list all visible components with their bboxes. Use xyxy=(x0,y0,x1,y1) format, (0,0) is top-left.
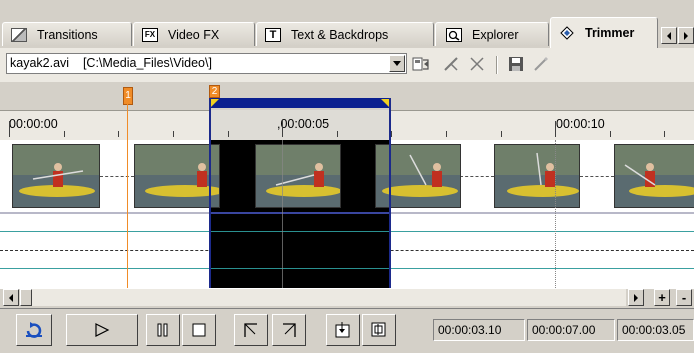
selection-end-field[interactable]: 00:00:07.00 xyxy=(527,319,615,341)
chevron-down-icon xyxy=(393,61,401,66)
save-icon[interactable] xyxy=(505,54,527,74)
selection-length-field[interactable]: 00:00:03.05 xyxy=(617,319,694,341)
explorer-icon xyxy=(446,27,462,42)
trim-icon[interactable] xyxy=(440,54,462,74)
stop-button[interactable] xyxy=(182,314,216,346)
ruler-minor-tick xyxy=(664,131,665,137)
playhead-line xyxy=(282,140,283,288)
pause-icon xyxy=(157,323,169,337)
scroll-track[interactable] xyxy=(20,289,626,306)
frame-gap-dashes xyxy=(580,176,614,177)
ruler-label-end: 00:00:10 xyxy=(556,117,605,131)
combo-dropdown-button[interactable] xyxy=(389,55,405,72)
plus-icon: + xyxy=(658,290,666,305)
toolbar-separator xyxy=(496,56,498,74)
marker-2[interactable]: 2 xyxy=(209,85,220,98)
selection-start-field[interactable]: 00:00:03.10 xyxy=(433,319,525,341)
kayaker-image xyxy=(615,145,694,207)
ruler-minor-tick xyxy=(391,131,392,137)
ruler-minor-tick xyxy=(446,131,447,137)
play-button[interactable] xyxy=(66,314,138,346)
mark-in-icon xyxy=(243,322,259,338)
transitions-icon xyxy=(11,27,27,42)
insert-selection-button[interactable] xyxy=(326,314,360,346)
tab-label: Explorer xyxy=(472,27,519,42)
ruler-minor-tick xyxy=(501,131,502,137)
kayaker-image xyxy=(13,145,99,207)
tab-video-fx[interactable]: FX Video FX xyxy=(133,22,255,46)
kayaker-image xyxy=(135,145,219,207)
pause-button[interactable] xyxy=(146,314,180,346)
ruler-minor-tick xyxy=(64,131,65,137)
mark-out-icon xyxy=(281,322,297,338)
tab-transitions[interactable]: Transitions xyxy=(2,22,132,46)
ruler-minor-tick xyxy=(173,131,174,137)
arrow-right-icon xyxy=(633,293,639,302)
trimmer-icon xyxy=(559,26,575,40)
tab-label: Text & Backdrops xyxy=(291,27,389,42)
tab-label: Transitions xyxy=(37,27,98,42)
tab-explorer[interactable]: Explorer xyxy=(435,22,549,46)
ruler-minor-tick xyxy=(610,131,611,137)
ruler-major-tick xyxy=(9,121,10,137)
kayaker-image xyxy=(495,145,579,207)
file-combo[interactable]: kayak2.avi [C:\Media_Files\Video\] xyxy=(6,53,407,74)
edit-icon[interactable] xyxy=(530,54,552,74)
scroll-left-button[interactable] xyxy=(3,289,19,306)
video-frame-thumbnail xyxy=(134,144,220,208)
zoom-in-button[interactable]: + xyxy=(654,289,670,306)
ruler-minor-tick xyxy=(118,131,119,137)
add-selection-button[interactable] xyxy=(362,314,396,346)
gridline xyxy=(555,140,556,288)
mark-in-button[interactable] xyxy=(234,314,268,346)
video-frame-thumbnail xyxy=(614,144,694,208)
marker-1-line xyxy=(127,104,128,288)
ruler-label-start: 00:00:00 xyxy=(9,117,58,131)
insert-selection-icon xyxy=(335,322,351,338)
scroll-thumb[interactable] xyxy=(20,289,32,306)
frame-gap-dashes xyxy=(100,176,134,177)
arrow-left-icon xyxy=(8,293,14,302)
video-frame-thumbnail xyxy=(494,144,580,208)
add-to-timeline-icon[interactable] xyxy=(410,54,432,74)
marker-1[interactable]: 1 xyxy=(123,87,133,105)
tab-text-backdrops[interactable]: T Text & Backdrops xyxy=(256,22,434,46)
loop-button[interactable] xyxy=(16,314,52,346)
scroll-right-button[interactable] xyxy=(628,289,644,306)
add-selection-icon xyxy=(371,322,387,338)
stop-icon xyxy=(192,323,206,337)
zoom-out-button[interactable]: - xyxy=(676,289,692,306)
tab-trimmer[interactable]: Trimmer xyxy=(550,17,658,48)
text-backdrops-icon: T xyxy=(265,27,281,42)
tab-label: Video FX xyxy=(168,27,220,42)
loop-icon xyxy=(24,321,44,339)
video-fx-icon: FX xyxy=(142,27,158,42)
minus-icon: - xyxy=(681,290,687,305)
play-icon xyxy=(94,323,110,337)
ruler-major-tick xyxy=(555,121,556,137)
tab-label: Trimmer xyxy=(585,26,635,40)
selection-region[interactable] xyxy=(209,98,391,290)
frame-gap-dashes xyxy=(460,176,494,177)
video-frame-thumbnail xyxy=(12,144,100,208)
mark-out-button[interactable] xyxy=(272,314,306,346)
tab-scroll-left-button[interactable] xyxy=(661,27,677,44)
delete-icon[interactable] xyxy=(466,54,488,74)
tab-scroll-right-button[interactable] xyxy=(678,27,694,44)
